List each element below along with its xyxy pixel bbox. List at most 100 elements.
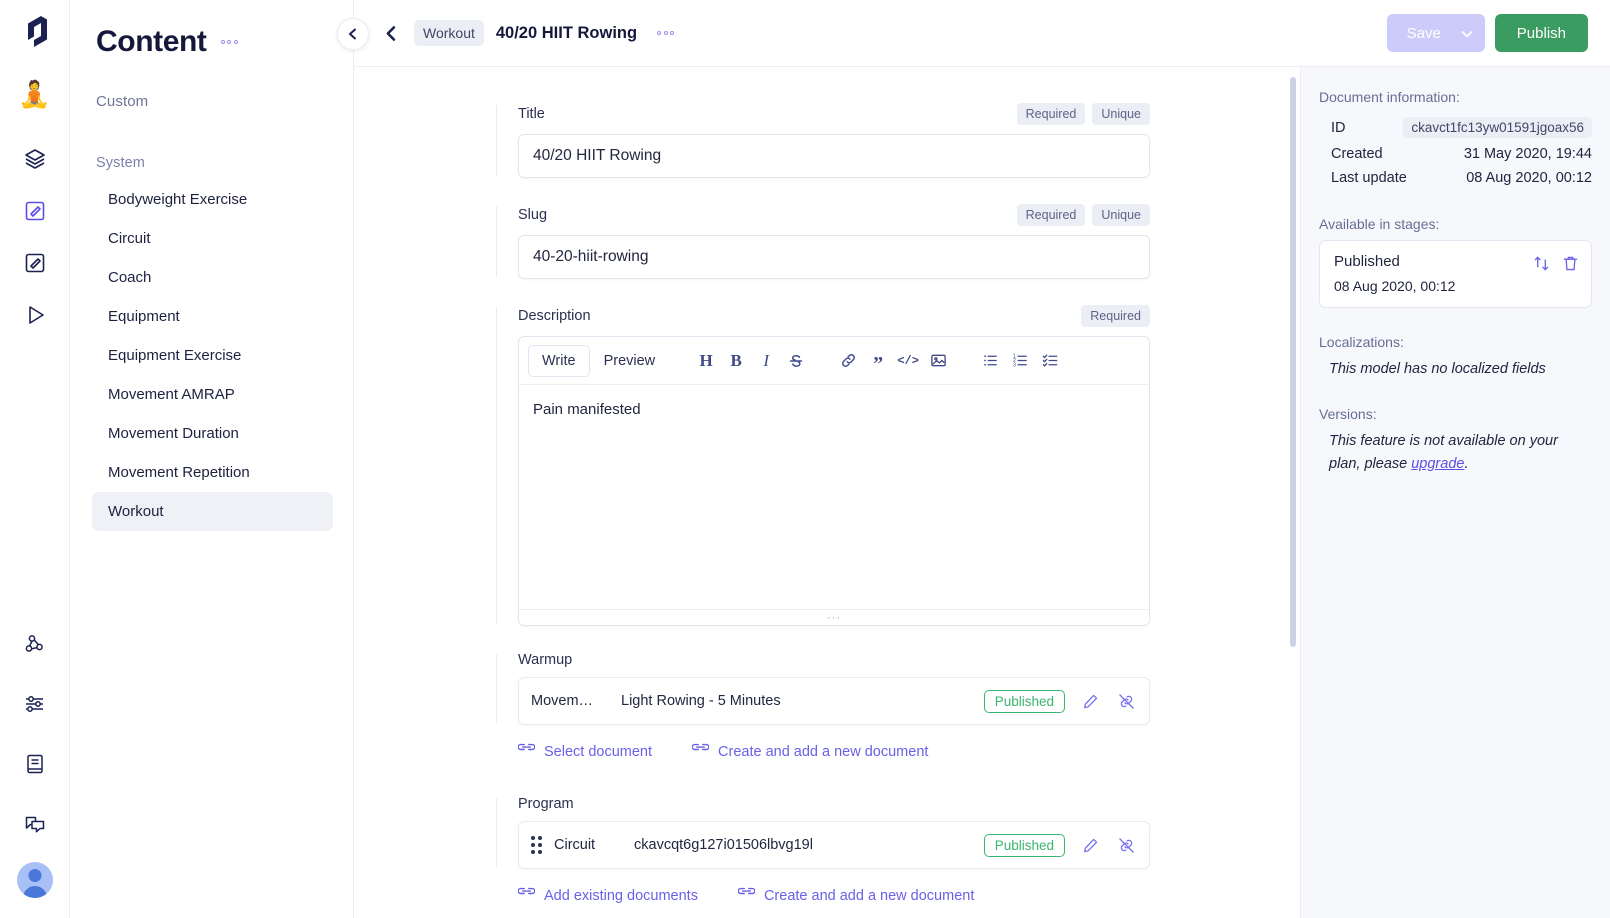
- main-area: Workout 40/20 HIIT Rowing Save Publish: [354, 0, 1610, 918]
- checklist-icon[interactable]: [1035, 346, 1065, 376]
- sidebar-item-assets[interactable]: [13, 241, 57, 285]
- app-root: 🧘: [0, 0, 1610, 918]
- row-actions: Published: [984, 834, 1137, 857]
- badge-unique: Unique: [1092, 204, 1150, 226]
- code-icon[interactable]: </>: [893, 346, 923, 376]
- sidebar-item-bodyweight-exercise[interactable]: Bodyweight Exercise: [92, 180, 333, 219]
- upgrade-link[interactable]: upgrade: [1411, 456, 1464, 472]
- field-description: Description Required Write Preview: [496, 305, 1150, 626]
- relation-name: ckavcqt6g127i01506lbvg19l: [634, 837, 813, 853]
- link-icon: [518, 741, 535, 762]
- add-existing-documents-label: Add existing documents: [544, 888, 698, 904]
- document-form: Title Required Unique Slug: [354, 67, 1300, 918]
- field-label-slug: Slug: [518, 207, 547, 223]
- publish-button[interactable]: Publish: [1495, 14, 1588, 52]
- sidebar-item-circuit[interactable]: Circuit: [92, 219, 333, 258]
- breadcrumb-document-title: 40/20 HIIT Rowing: [496, 24, 637, 43]
- back-button[interactable]: [376, 18, 406, 48]
- link-icon: [738, 885, 755, 906]
- document-information-heading: Document information:: [1319, 89, 1592, 105]
- image-icon[interactable]: [923, 346, 953, 376]
- republish-icon[interactable]: [1533, 255, 1550, 277]
- relation-name: Light Rowing - 5 Minutes: [621, 693, 781, 709]
- tab-preview[interactable]: Preview: [590, 345, 670, 377]
- drag-handle-icon[interactable]: [531, 836, 542, 854]
- stage-card-published: Published 08 Aug 2020, 00:12: [1319, 240, 1592, 308]
- nav-section-custom: Custom: [70, 84, 353, 128]
- versions-heading: Versions:: [1319, 406, 1592, 422]
- sidebar-item-support[interactable]: [13, 802, 57, 846]
- resize-grip-icon[interactable]: ···: [519, 609, 1149, 625]
- sidebar-item-coach[interactable]: Coach: [92, 258, 333, 297]
- unlink-icon[interactable]: [1115, 690, 1137, 712]
- numbered-list-icon[interactable]: 123: [1005, 346, 1035, 376]
- table-row[interactable]: Circuit ckavcqt6g127i01506lbvg19l Publis…: [518, 821, 1150, 869]
- ellipsis-icon[interactable]: [655, 25, 676, 41]
- link-icon[interactable]: [833, 346, 863, 376]
- stage-name: Published: [1334, 253, 1455, 270]
- form-scrollbar[interactable]: [1290, 77, 1296, 647]
- body-split: Title Required Unique Slug: [354, 67, 1610, 918]
- create-and-add-document-button[interactable]: Create and add a new document: [738, 885, 974, 906]
- list-tools: 123: [975, 346, 1065, 376]
- field-badges-description: Required: [1081, 305, 1150, 327]
- content-sidebar: Content Custom System Bodyweight Exercis…: [70, 0, 354, 918]
- sidebar-item-webhooks[interactable]: [13, 622, 57, 666]
- sidebar-item-movement-amrap[interactable]: Movement AMRAP: [92, 375, 333, 414]
- badge-unique: Unique: [1092, 103, 1150, 125]
- sidebar-item-workout[interactable]: Workout: [92, 492, 333, 531]
- sidebar-item-settings[interactable]: [13, 682, 57, 726]
- stage-actions: [1533, 253, 1579, 277]
- user-avatar[interactable]: [17, 862, 53, 898]
- graphcms-logo-icon[interactable]: [20, 14, 50, 55]
- chevron-left-icon[interactable]: [337, 18, 369, 50]
- breadcrumb-model[interactable]: Workout: [414, 20, 484, 46]
- sidebar-header: Content: [70, 6, 353, 66]
- info-value-created: 31 May 2020, 19:44: [1464, 146, 1592, 162]
- select-document-button[interactable]: Select document: [518, 741, 652, 762]
- strikethrough-icon[interactable]: [781, 346, 811, 376]
- unlink-icon[interactable]: [1115, 834, 1137, 856]
- save-button[interactable]: Save: [1387, 14, 1485, 52]
- info-value-last-update: 08 Aug 2020, 00:12: [1466, 170, 1592, 186]
- sidebar-item-equipment-exercise[interactable]: Equipment Exercise: [92, 336, 333, 375]
- versions-note-period: .: [1464, 456, 1468, 472]
- tab-write[interactable]: Write: [528, 345, 590, 377]
- description-textarea[interactable]: Pain manifested: [519, 385, 1149, 609]
- info-row-id: ID ckavct1fc13yw01591jgoax56: [1319, 113, 1592, 142]
- field-program: Program Circuit ckavcqt6g127i01506lbvg19…: [496, 796, 1150, 869]
- pencil-icon[interactable]: [1079, 834, 1101, 856]
- italic-icon[interactable]: I: [751, 346, 781, 376]
- title-input[interactable]: [518, 134, 1150, 178]
- slug-input[interactable]: [518, 235, 1150, 279]
- sidebar-item-playground[interactable]: [13, 293, 57, 337]
- info-value-id[interactable]: ckavct1fc13yw01591jgoax56: [1403, 117, 1592, 138]
- ellipsis-icon[interactable]: [219, 34, 240, 50]
- bulleted-list-icon[interactable]: [975, 346, 1005, 376]
- trash-icon[interactable]: [1562, 255, 1579, 277]
- bold-icon[interactable]: B: [721, 346, 751, 376]
- field-label-program: Program: [518, 796, 574, 812]
- sidebar-item-equipment[interactable]: Equipment: [92, 297, 333, 336]
- chevron-down-icon[interactable]: [1461, 25, 1473, 42]
- select-document-label: Select document: [544, 744, 652, 760]
- info-key-created: Created: [1331, 146, 1383, 162]
- localizations-heading: Localizations:: [1319, 334, 1592, 350]
- create-and-add-document-button[interactable]: Create and add a new document: [692, 741, 928, 762]
- stage-date: 08 Aug 2020, 00:12: [1334, 278, 1455, 294]
- project-avatar[interactable]: 🧘: [18, 81, 50, 107]
- quote-icon[interactable]: ”: [863, 346, 893, 376]
- table-row[interactable]: Movem… Light Rowing - 5 Minutes Publishe…: [518, 677, 1150, 725]
- nav-heading-system: System: [70, 146, 353, 180]
- info-key-id: ID: [1331, 120, 1346, 136]
- status-badge: Published: [984, 690, 1065, 713]
- sidebar-item-movement-duration[interactable]: Movement Duration: [92, 414, 333, 453]
- sidebar-item-schema[interactable]: [13, 137, 57, 181]
- heading-icon[interactable]: H: [691, 346, 721, 376]
- pencil-icon[interactable]: [1079, 690, 1101, 712]
- sidebar-item-movement-repetition[interactable]: Movement Repetition: [92, 453, 333, 492]
- sidebar-item-content[interactable]: [13, 189, 57, 233]
- add-existing-documents-button[interactable]: Add existing documents: [518, 885, 698, 906]
- sidebar-item-docs[interactable]: [13, 742, 57, 786]
- create-and-add-document-label: Create and add a new document: [718, 744, 928, 760]
